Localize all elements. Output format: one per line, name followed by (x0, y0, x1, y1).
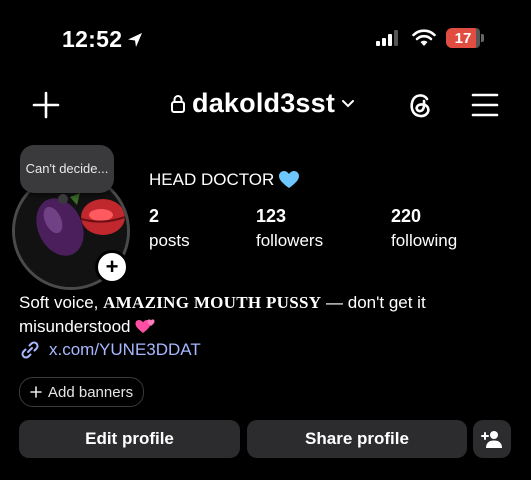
bio: Soft voice, AMAZING MOUTH PUSSY — don't … (19, 291, 519, 339)
share-profile-button[interactable]: Share profile (247, 420, 467, 458)
bio-prefix: Soft voice, (19, 293, 104, 312)
display-name: HEAD DOCTOR (149, 170, 300, 190)
profile-link[interactable]: x.com/YUNE3DDAT (19, 339, 201, 361)
create-plus-icon[interactable] (31, 90, 61, 120)
following-label: following (391, 231, 458, 250)
link-icon (21, 341, 39, 359)
threads-icon[interactable] (405, 90, 435, 120)
hamburger-menu-icon[interactable] (471, 92, 499, 118)
posts-label: posts (149, 231, 190, 250)
note-text: Can't decide... (25, 161, 109, 176)
stat-following[interactable]: 220 following (391, 206, 457, 251)
display-name-text: HEAD DOCTOR (149, 170, 275, 189)
share-profile-label: Share profile (305, 429, 409, 448)
location-arrow-icon (128, 32, 143, 47)
bio-emphasis: AMAZING MOUTH PUSSY (103, 293, 322, 312)
cellular-signal-icon (376, 30, 398, 46)
plus-icon (30, 386, 42, 398)
posts-count: 2 (149, 206, 160, 226)
add-banners-button[interactable]: Add banners (19, 377, 145, 407)
followers-label: followers (256, 231, 324, 250)
add-person-icon (481, 431, 502, 448)
note-bubble-tail (58, 194, 68, 204)
battery-level: 17 (454, 29, 472, 47)
username: dakold3sst (192, 88, 336, 118)
lock-icon (171, 94, 185, 113)
account-switcher[interactable]: dakold3sst (170, 88, 355, 119)
note-bubble[interactable]: Can't decide... (20, 145, 114, 193)
battery-indicator: 17 (446, 28, 484, 48)
edit-profile-label: Edit profile (85, 429, 174, 448)
time-text: 12:52 (62, 26, 123, 52)
chevron-down-icon (342, 99, 355, 107)
wifi-icon (412, 29, 436, 46)
profile-link-text: x.com/YUNE3DDAT (49, 340, 201, 359)
stat-followers[interactable]: 123 followers (256, 206, 323, 251)
following-count: 220 (391, 206, 422, 226)
edit-profile-button[interactable]: Edit profile (19, 420, 240, 458)
blue-heart-icon (279, 171, 300, 188)
status-indicators: 17 (376, 28, 484, 48)
status-time: 12:52 (62, 26, 144, 53)
discover-people-button[interactable] (473, 420, 511, 458)
followers-count: 123 (256, 206, 287, 226)
add-banners-label: Add banners (48, 383, 134, 401)
add-story-button[interactable]: + (95, 250, 129, 284)
battery-body: 17 (446, 28, 480, 48)
stat-posts[interactable]: 2 posts (149, 206, 190, 251)
pink-hearts-icon (135, 319, 155, 333)
